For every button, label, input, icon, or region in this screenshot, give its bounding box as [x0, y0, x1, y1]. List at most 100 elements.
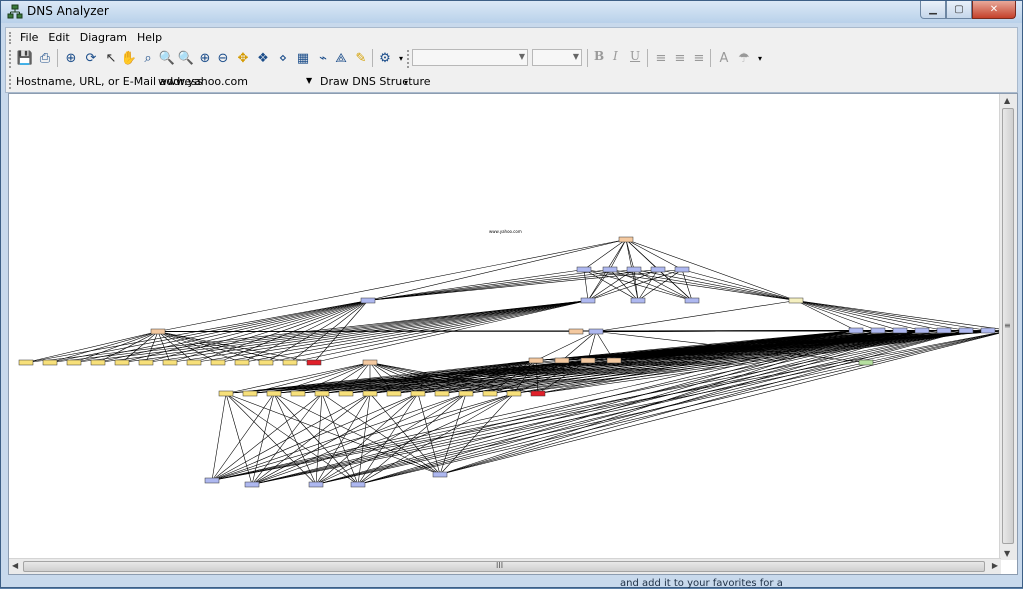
dns-node[interactable]: [506, 390, 522, 397]
toolbar-grip[interactable]: [9, 50, 14, 68]
dns-node[interactable]: [186, 359, 202, 366]
scroll-right-icon[interactable]: ▶: [992, 561, 998, 570]
dns-node[interactable]: [18, 359, 34, 366]
dns-node[interactable]: [386, 390, 402, 397]
zoom-fit-icon[interactable]: 🔍: [158, 49, 176, 67]
dns-node[interactable]: [650, 266, 666, 273]
dns-node[interactable]: [282, 359, 298, 366]
dns-node[interactable]: [432, 471, 448, 478]
dns-node[interactable]: [554, 357, 570, 364]
zoom-actual-icon[interactable]: 🔍: [177, 49, 195, 67]
dns-node[interactable]: [350, 481, 366, 488]
vertical-scroll-thumb[interactable]: ≡: [1002, 108, 1014, 544]
menu-help[interactable]: Help: [133, 30, 166, 46]
dns-node[interactable]: [618, 236, 634, 243]
vertical-scrollbar[interactable]: ▲ ≡ ▼: [999, 94, 1017, 560]
dns-node[interactable]: [568, 328, 584, 335]
dns-node[interactable]: [218, 390, 234, 397]
dns-node[interactable]: [360, 297, 376, 304]
dns-node[interactable]: [338, 390, 354, 397]
dns-node[interactable]: [138, 359, 154, 366]
chevron-down-icon[interactable]: ▾: [751, 49, 769, 67]
zoom-region-icon[interactable]: ⌕: [139, 49, 157, 67]
dns-node[interactable]: [66, 359, 82, 366]
menu-diagram[interactable]: Diagram: [76, 30, 131, 46]
maximize-button[interactable]: ▢: [946, 1, 972, 19]
tree-layout-icon[interactable]: ⟁: [332, 49, 350, 67]
layout-icon[interactable]: ❖: [254, 49, 272, 67]
diagram-canvas[interactable]: www.yahoo.com: [9, 94, 1001, 560]
dns-node[interactable]: [306, 359, 322, 366]
dns-node[interactable]: [362, 390, 378, 397]
dns-node[interactable]: [482, 390, 498, 397]
italic-button[interactable]: I: [613, 49, 618, 63]
close-button[interactable]: ✕: [972, 1, 1016, 19]
dns-node[interactable]: [606, 357, 622, 364]
dns-node[interactable]: [204, 477, 220, 484]
dns-node[interactable]: [848, 327, 864, 334]
zoom-in-icon[interactable]: ⊕: [196, 49, 214, 67]
dns-node[interactable]: [914, 327, 930, 334]
dns-node[interactable]: [576, 266, 592, 273]
dns-node[interactable]: [858, 359, 874, 366]
dns-node[interactable]: [458, 390, 474, 397]
dns-node[interactable]: [314, 390, 330, 397]
dns-node[interactable]: [630, 297, 646, 304]
horizontal-scroll-thumb[interactable]: III: [23, 561, 985, 572]
dns-node[interactable]: [42, 359, 58, 366]
dns-node[interactable]: [90, 359, 106, 366]
dns-node[interactable]: [892, 327, 908, 334]
chevron-down-icon[interactable]: ▼: [306, 76, 312, 85]
grid-layout-icon[interactable]: ▦: [294, 49, 312, 67]
pointer-icon[interactable]: ↖: [102, 49, 120, 67]
dns-node[interactable]: [308, 481, 324, 488]
minimize-button[interactable]: ▁: [920, 1, 946, 19]
dns-node[interactable]: [936, 327, 952, 334]
save-icon[interactable]: 💾: [16, 49, 34, 67]
note-icon[interactable]: ✎: [352, 49, 370, 67]
dns-node[interactable]: [530, 390, 546, 397]
link-icon[interactable]: ⌁: [314, 49, 332, 67]
dns-node[interactable]: [410, 390, 426, 397]
menu-edit[interactable]: Edit: [44, 30, 73, 46]
dns-node[interactable]: [258, 359, 274, 366]
dns-node[interactable]: [114, 359, 130, 366]
dns-node[interactable]: [244, 481, 260, 488]
dns-node[interactable]: [588, 328, 604, 335]
refresh-icon[interactable]: ⟳: [82, 49, 100, 67]
dns-node[interactable]: [266, 390, 282, 397]
bold-button[interactable]: B: [594, 49, 604, 63]
draw-dns-structure-button[interactable]: Draw DNS Structure: [320, 75, 431, 88]
dns-node[interactable]: [150, 328, 166, 335]
align-center-icon[interactable]: ≡: [671, 49, 689, 67]
dns-node[interactable]: [580, 297, 596, 304]
dns-node[interactable]: [290, 390, 306, 397]
dns-node[interactable]: [870, 327, 886, 334]
dns-node[interactable]: [684, 297, 700, 304]
dns-node[interactable]: [210, 359, 226, 366]
dns-node[interactable]: [788, 297, 804, 304]
chevron-down-icon[interactable]: ▾: [404, 78, 408, 87]
print-icon[interactable]: ⎙: [36, 49, 54, 67]
connect-icon[interactable]: ⋄: [274, 49, 292, 67]
address-grip[interactable]: [9, 75, 14, 89]
move-icon[interactable]: ✥: [234, 49, 252, 67]
dns-node[interactable]: [528, 357, 544, 364]
font-size-select[interactable]: ▼: [532, 49, 582, 66]
scroll-down-icon[interactable]: ▼: [1004, 549, 1010, 558]
insert-node-icon[interactable]: ⊕: [62, 49, 80, 67]
dns-node[interactable]: [674, 266, 690, 273]
dns-node[interactable]: [602, 266, 618, 273]
menu-file[interactable]: File: [16, 30, 42, 46]
dns-node[interactable]: [242, 390, 258, 397]
align-right-icon[interactable]: ≡: [690, 49, 708, 67]
dns-node[interactable]: [958, 327, 974, 334]
dns-graph[interactable]: [9, 94, 1001, 560]
title-bar[interactable]: DNS Analyzer ▁ ▢ ✕: [1, 1, 1022, 23]
scroll-up-icon[interactable]: ▲: [1004, 96, 1010, 105]
pan-hand-icon[interactable]: ✋: [120, 49, 138, 67]
horizontal-scrollbar[interactable]: ◀ III ▶: [9, 558, 1001, 574]
underline-button[interactable]: U: [630, 49, 640, 63]
dns-node[interactable]: [580, 357, 596, 364]
hostname-input[interactable]: www.yahoo.com: [158, 73, 318, 90]
